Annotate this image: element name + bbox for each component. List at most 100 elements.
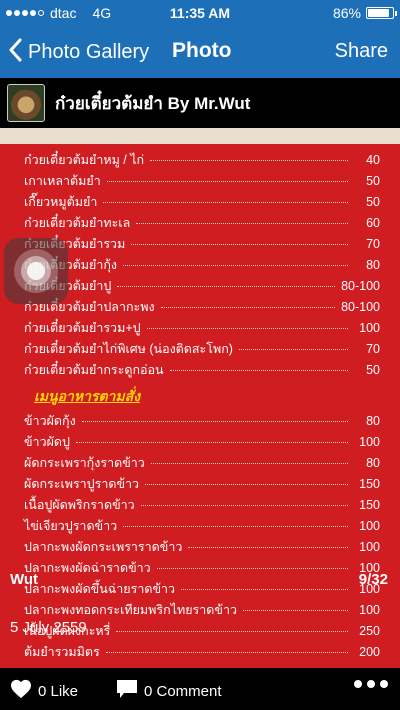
dotted-leader [123, 265, 348, 266]
menu-item: ปลากะพงผัดขึ้นฉ่ายราดข้าว 100 [24, 579, 380, 600]
menu-item: ข้าวผัดปู 100 [24, 432, 380, 453]
comment-icon [116, 679, 138, 703]
menu-item: เกี๊ยวหมูต้มยำ 50 [24, 192, 380, 213]
dotted-leader [146, 328, 348, 329]
menu-item-name: ปลากะพงผัดฉ่าราดข้าว [24, 561, 151, 575]
menu-item: ต้มยำรวมมิตร 200 [24, 642, 380, 663]
menu-item-name: เกาเหลาต้มยำ [24, 174, 101, 188]
menu-item-price: 150 [359, 498, 380, 512]
status-bar: dtac 4G 11:35 AM 86% [0, 0, 400, 26]
menu-item: ก๋วยเตี๋ยวต้มยำทะเล 60 [24, 213, 380, 234]
album-header[interactable]: ก๋วยเตี๋ยวต้มยำ By Mr.Wut [0, 78, 400, 128]
dotted-leader [123, 526, 348, 527]
menu-item-price: 80-100 [341, 300, 380, 314]
menu-item-name: ปลากะพงทอดกระเทียมพริกไทยราดข้าว [24, 603, 237, 617]
battery-percent: 86% [332, 5, 361, 21]
assistive-touch-button[interactable] [4, 238, 68, 304]
menu-item-name: ปลากะพงผัดขึ้นฉ่ายราดข้าว [24, 582, 176, 596]
menu-item-name: ผัดกระเพราปูราดข้าว [24, 477, 140, 491]
menu-item-name: ไข่เจียวปูราดข้าว [24, 519, 118, 533]
menu-item-price: 100 [359, 540, 380, 554]
menu-item: ปลากะพงทอดกระเทียมพริกไทยราดข้าว 100 [24, 600, 380, 621]
menu-section-title: เมนูอาหารตามสั่ง [34, 388, 141, 404]
menu-item: ก๋วยเตี๋ยวต้มยำรวม+ปู 100 [24, 318, 380, 339]
dotted-leader [116, 631, 348, 632]
menu-item: เกาเหลาต้มยำ 50 [24, 171, 380, 192]
menu-item-price: 50 [366, 174, 380, 188]
photo-counter: 9/32 [358, 571, 388, 588]
photo-viewer[interactable]: ก๋วยเตี๋ยวต้มยำหมู / ไก่ 40 เกาเหลาต้มยำ 50… [0, 128, 400, 668]
menu-item-name: ปลากะพงผัดกระเพราราดข้าว [24, 540, 183, 554]
menu-item: ก๋วยเตี๋ยวต้มยำกระดูกอ่อน 50 [24, 360, 380, 381]
menu-item: ผัดกระเพรากุ้งราดข้าว 80 [24, 453, 380, 474]
dotted-leader [136, 223, 348, 224]
menu-item: ปลากะพงผัดฉ่าราดข้าว 100 [24, 558, 380, 579]
menu-item-name: ข้าวผัดปู [24, 435, 70, 449]
menu-item: ก๋วยเตี๋ยวต้มยำกุ้ง 80 [24, 255, 380, 276]
dotted-leader [238, 349, 348, 350]
photo-top-strip [0, 128, 400, 144]
dotted-leader [103, 202, 348, 203]
menu-item: ก๋วยเตี๋ยวต้มยำหมู / ไก่ 40 [24, 150, 380, 171]
status-right: 86% [332, 5, 397, 21]
dotted-leader [188, 547, 348, 548]
comment-label: 0 Comment [144, 682, 222, 700]
menu-item-price: 200 [359, 645, 380, 659]
menu-item-price: 100 [359, 519, 380, 533]
menu-item: ก๋วยเตี๋ยวต้มยำไก่พิเศษ (น่องติดสะโพก) 70 [24, 339, 380, 360]
menu-item: ผัดกระเพราปูราดข้าว 150 [24, 474, 380, 495]
menu-item-price: 80-100 [341, 279, 380, 293]
dotted-leader [242, 610, 348, 611]
menu-item-price: 150 [359, 477, 380, 491]
menu-item-name: ก๋วยเตี๋ยวต้มยำหมู / ไก่ [24, 153, 145, 167]
menu-item-name: ก๋วยเตี๋ยวต้มยำรวม+ปู [24, 321, 141, 335]
navigation-bar: Photo Gallery Photo Share [0, 26, 400, 78]
menu-list: ก๋วยเตี๋ยวต้มยำหมู / ไก่ 40 เกาเหลาต้มยำ 50… [24, 150, 380, 663]
battery-icon [366, 7, 397, 19]
menu-item: ก๋วยเตี๋ยวต้มยำปู80-100 [24, 276, 380, 297]
menu-item-price: 80 [366, 258, 380, 272]
menu-item-price: 50 [366, 363, 380, 377]
share-button[interactable]: Share [335, 40, 388, 63]
menu-item-price: 40 [366, 153, 380, 167]
menu-item-price: 60 [366, 216, 380, 230]
menu-item-name: ก๋วยเตี๋ยวต้มยำทะเล [24, 216, 131, 230]
menu-item-price: 50 [366, 195, 380, 209]
dotted-leader [105, 652, 348, 653]
menu-item-price: 100 [359, 603, 380, 617]
menu-item-name: ต้มยำรวมมิตร [24, 645, 100, 659]
dotted-leader [145, 484, 348, 485]
bottom-bar: 0 Like 0 Comment [0, 668, 400, 710]
menu-item-name: ก๋วยเตี๋ยวต้มยำกระดูกอ่อน [24, 363, 164, 377]
menu-item-price: 80 [366, 456, 380, 470]
album-thumbnail [7, 84, 45, 122]
menu-item-price: 70 [366, 342, 380, 356]
menu-item-price: 70 [366, 237, 380, 251]
dotted-leader [150, 463, 348, 464]
menu-item-price: 80 [366, 414, 380, 428]
like-button[interactable]: 0 Like [10, 679, 78, 703]
menu-item: ข้าวผัดกุ้ง 80 [24, 411, 380, 432]
menu-item: ไข่เจียวปูราดข้าว 100 [24, 516, 380, 537]
heart-icon [10, 679, 32, 703]
dotted-leader [160, 307, 336, 308]
album-title: ก๋วยเตี๋ยวต้มยำ By Mr.Wut [55, 93, 251, 113]
dotted-leader [156, 568, 348, 569]
dotted-leader [140, 505, 348, 506]
menu-item-name: ผัดกระเพรากุ้งราดข้าว [24, 456, 145, 470]
menu-item-price: 250 [359, 624, 380, 638]
comment-button[interactable]: 0 Comment [116, 679, 222, 703]
back-button[interactable]: Photo Gallery [8, 38, 149, 67]
photo-author: Wut [10, 571, 39, 588]
dotted-leader [181, 589, 348, 590]
like-label: 0 Like [38, 682, 79, 700]
page-title: Photo [172, 39, 232, 62]
more-options-icon[interactable] [354, 680, 388, 688]
chevron-left-icon [8, 38, 22, 67]
photo-date: 5 July 2559 [10, 619, 87, 636]
menu-item: ก๋วยเตี๋ยวต้มยำรวม 70 [24, 234, 380, 255]
back-label: Photo Gallery [28, 41, 150, 63]
menu-item-price: 100 [359, 435, 380, 449]
dotted-leader [81, 421, 348, 422]
menu-item-price: 100 [359, 321, 380, 335]
